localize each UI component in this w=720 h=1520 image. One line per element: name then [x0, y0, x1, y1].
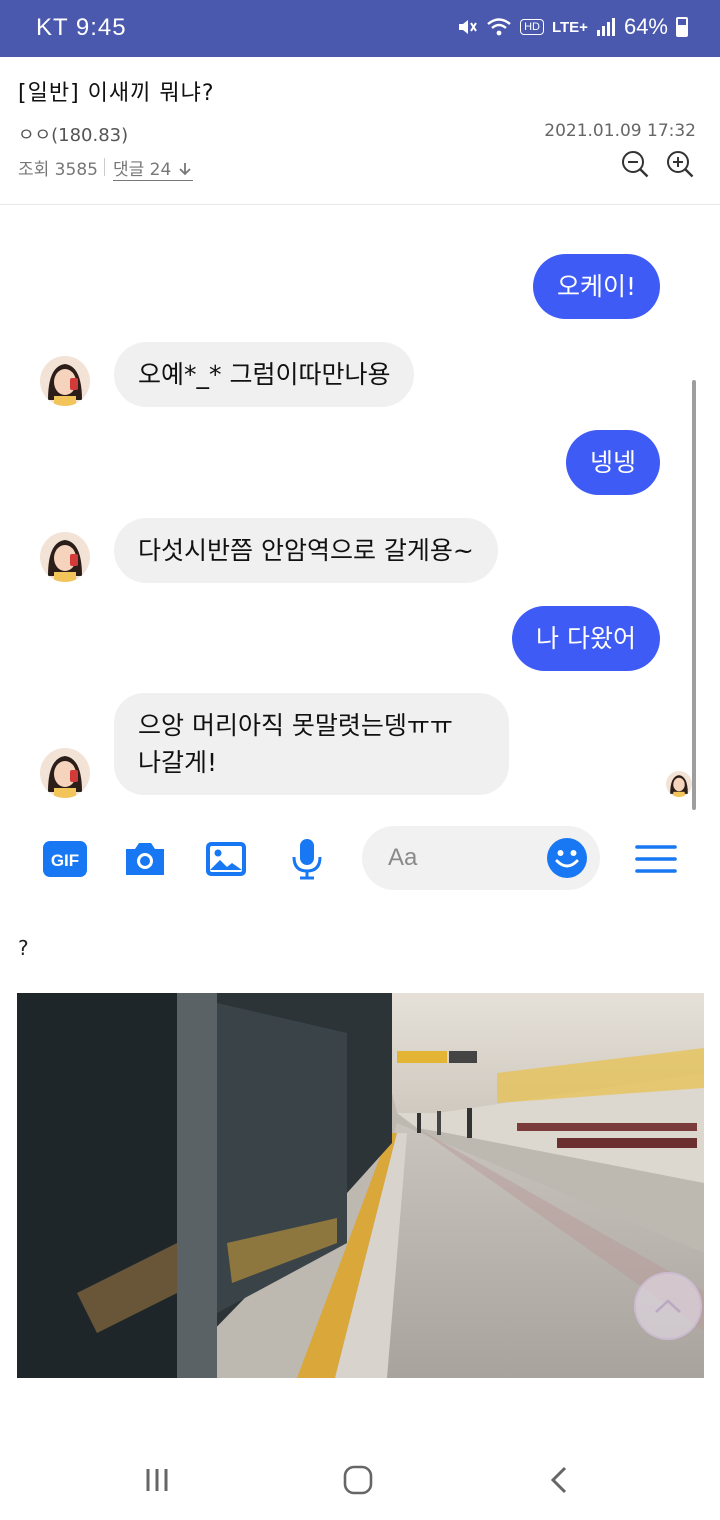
carrier-time: KT 9:45 — [36, 14, 127, 41]
message-line: 으앙 머리아직 못말렷는뎅ㅠㅠ — [138, 711, 453, 740]
incoming-message: 으앙 머리아직 못말렷는뎅ㅠㅠ 나갈게! — [114, 693, 509, 795]
image-icon — [206, 842, 246, 876]
seen-avatar — [666, 771, 692, 797]
gallery-button[interactable] — [203, 836, 249, 882]
menu-button[interactable] — [633, 836, 679, 882]
comment-link[interactable]: 댓글 24 — [113, 155, 193, 181]
battery-icon — [676, 17, 688, 37]
chevron-up-icon — [655, 1299, 681, 1313]
hd-badge: HD — [520, 19, 544, 35]
scroll-to-top-button[interactable] — [634, 1272, 702, 1340]
post-header: [일반] 이새끼 뭐냐? ㅇㅇ(180.83) 2021.01.09 17:32… — [0, 57, 720, 205]
zoom-in-icon — [667, 151, 694, 178]
recent-apps-button[interactable] — [137, 1462, 177, 1498]
post-author[interactable]: ㅇㅇ(180.83) — [18, 121, 128, 147]
status-bar: KT 9:45 HD LTE+ 64% — [0, 0, 720, 57]
back-button[interactable] — [539, 1462, 579, 1498]
post-date: 2021.01.09 17:32 — [544, 121, 696, 141]
status-icons: HD LTE+ 64% — [456, 14, 688, 40]
battery-percent: 64% — [623, 14, 668, 39]
scrollbar[interactable] — [692, 380, 696, 810]
zoom-out-button[interactable] — [620, 149, 650, 179]
outgoing-message: 넹넹 — [565, 430, 660, 495]
back-icon — [550, 1466, 567, 1494]
chat-screenshot: 오케이! 오예*_* 그럼이따만나용 넹넹 다섯시반쯤 안암역으로 갈게용~ 나… — [0, 206, 720, 906]
contact-avatar — [40, 356, 90, 406]
view-count: 조회 3585 — [18, 160, 98, 180]
wifi-icon — [486, 16, 512, 38]
contact-avatar — [40, 748, 90, 798]
contact-avatar — [40, 532, 90, 582]
smiley-icon — [547, 838, 587, 878]
arrow-down-icon — [179, 163, 191, 176]
recent-apps-icon — [146, 1469, 168, 1491]
gif-icon: GIF — [43, 841, 87, 877]
voice-button[interactable] — [284, 836, 330, 882]
divider — [104, 158, 105, 176]
system-nav-bar — [0, 1440, 720, 1520]
lte-label: LTE+ — [551, 18, 588, 36]
home-icon — [343, 1465, 373, 1495]
zoom-in-button[interactable] — [665, 149, 695, 179]
microphone-icon — [292, 839, 322, 880]
outgoing-message: 나 다왔어 — [512, 606, 660, 671]
subway-platform-photo — [17, 993, 704, 1378]
message-input[interactable] — [388, 840, 528, 876]
message-line: 나갈게! — [138, 748, 218, 777]
incoming-message: 다섯시반쯤 안암역으로 갈게용~ — [114, 518, 498, 583]
camera-button[interactable] — [122, 836, 168, 882]
home-button[interactable] — [338, 1462, 378, 1498]
message-composer: GIF — [0, 818, 720, 898]
zoom-out-icon — [622, 151, 649, 178]
gif-button[interactable]: GIF — [42, 836, 88, 882]
message-input-container — [362, 826, 600, 890]
camera-icon — [126, 843, 164, 875]
hamburger-icon — [635, 845, 677, 873]
incoming-message: 오예*_* 그럼이따만나용 — [114, 342, 415, 407]
mute-icon — [456, 16, 478, 38]
post-body-text: ? — [18, 936, 29, 960]
comment-count: 댓글 24 — [113, 160, 172, 180]
signal-icon — [596, 17, 616, 37]
emoji-button[interactable] — [546, 837, 588, 879]
outgoing-message: 오케이! — [532, 254, 660, 319]
post-title: [일반] 이새끼 뭐냐? — [18, 81, 215, 106]
gif-label: GIF — [51, 851, 79, 870]
